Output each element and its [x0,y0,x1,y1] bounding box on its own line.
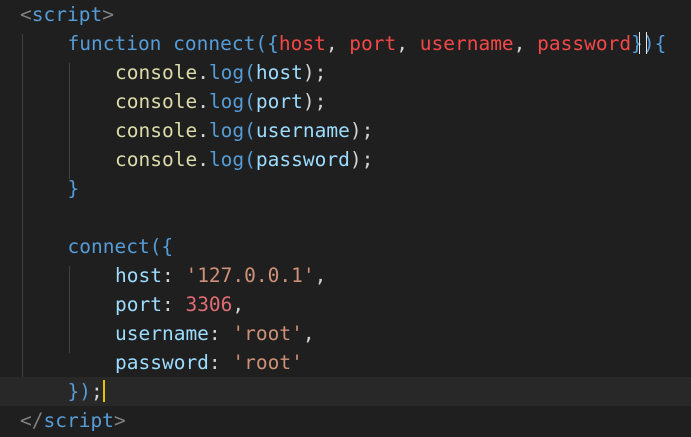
code-token: username [115,322,209,345]
code-token: host [278,32,326,55]
code-token: ); [349,119,374,142]
code-token: . [197,119,209,142]
code-token: : [161,264,186,287]
code-line[interactable]: username: 'root', [0,319,691,348]
code-token: log [208,148,245,171]
code-token: > [113,409,126,432]
code-token: console [115,148,198,171]
code-token: host [115,264,162,287]
code-token: , [513,32,538,55]
code-token: } [67,177,80,200]
code-token: host [255,61,303,84]
code-line[interactable]: console.log(password); [0,145,691,174]
code-token: ; [90,380,103,403]
code-token: function [67,32,162,55]
code-token: , [232,293,245,316]
code-token: console [115,61,198,84]
code-token: username [255,119,350,142]
code-token: port [349,32,397,55]
code-token: : [208,322,233,345]
code-token: , [396,32,420,55]
code-token: ); [302,61,327,84]
code-token: console [115,119,198,142]
code-line[interactable]: }); [0,377,691,406]
code-token: password [115,351,209,374]
code-token: ); [349,148,374,171]
code-token: . [197,61,209,84]
code-line[interactable]: } [0,174,691,203]
code-line[interactable]: console.log(host); [0,58,691,87]
text-cursor [102,380,105,402]
code-token: , [302,322,315,345]
code-token: }) [67,380,91,403]
code-line[interactable]: console.log(port); [0,87,691,116]
code-token: port [255,90,303,113]
code-token: password [255,148,350,171]
code-token: > [102,3,114,26]
code-token: connect [67,235,150,258]
code-line[interactable] [0,203,691,232]
code-token: . [197,148,209,171]
code-token: < [20,3,32,26]
code-line[interactable]: function connect({host, port, username, … [0,29,691,58]
code-token: ( [244,61,256,84]
code-token: : [161,293,186,316]
code-token: , [325,32,350,55]
code-token: log [208,90,245,113]
code-line[interactable]: </script> [0,406,691,435]
code-token: ); [302,90,327,113]
code-token: 3306 [185,293,233,316]
code-line[interactable]: port: 3306, [0,290,691,319]
code-token: 'root' [232,351,303,374]
code-token: ( [244,90,256,113]
code-token: port [115,293,162,316]
code-line[interactable]: host: '127.0.0.1', [0,261,691,290]
code-token: script [31,3,103,26]
code-token: . [197,90,209,113]
code-line[interactable]: <script> [0,0,691,29]
code-token: 'root' [232,322,303,345]
code-editor[interactable]: <script> function connect({host, port, us… [0,0,691,437]
code-token: connect [173,32,256,55]
code-token: log [208,119,245,142]
code-token: ( [244,119,256,142]
code-line[interactable]: password: 'root' [0,348,691,377]
code-token: ( [244,148,256,171]
code-token: : [208,351,233,374]
code-token: </ [20,409,44,432]
code-token: password [537,32,632,55]
code-token: log [208,61,245,84]
code-token: ({ [255,32,279,55]
code-line[interactable]: connect({ [0,232,691,261]
code-token: console [115,90,198,113]
code-token: script [43,409,114,432]
code-token: ({ [149,235,174,258]
code-line[interactable]: console.log(username); [0,116,691,145]
code-token: , [314,264,327,287]
code-token: '127.0.0.1' [185,264,315,287]
code-token: username [419,32,514,55]
